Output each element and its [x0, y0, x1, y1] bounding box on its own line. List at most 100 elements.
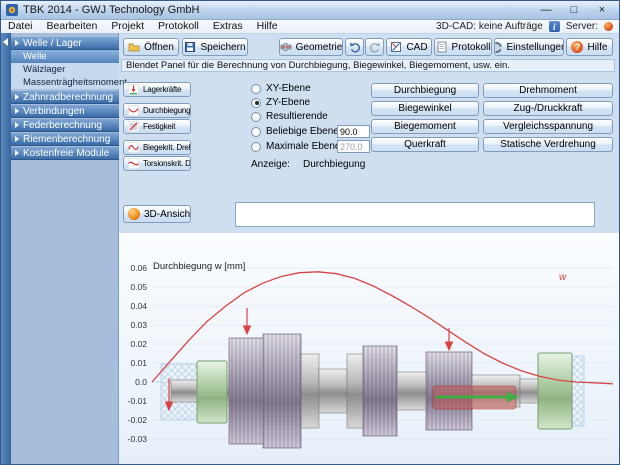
curve-label: w [559, 272, 567, 283]
undo-button[interactable] [345, 38, 364, 56]
beliebige-ebene-input[interactable] [337, 125, 370, 138]
deflection-icon [128, 105, 139, 116]
sidebar-group-verbindungen[interactable]: Verbindungen [11, 105, 119, 118]
view-3d-button[interactable]: 3D-Ansicht [123, 205, 191, 223]
radio-maximale-ebene[interactable]: Maximale Ebene [251, 141, 340, 152]
menu-protokoll[interactable]: Protokoll [151, 20, 206, 33]
cad-button[interactable]: CAD [386, 38, 432, 56]
output-field[interactable] [235, 202, 595, 227]
sidebar-item-waelzlager[interactable]: Wälzlager [11, 63, 119, 76]
sidebar-group-federberechnung[interactable]: Federberechnung [11, 119, 119, 132]
group-label: Zahnradberechnung [23, 92, 113, 103]
maximale-ebene-input [337, 140, 370, 153]
durchbiegung-button[interactable]: Durchbiegung, ... [123, 103, 191, 118]
open-button[interactable]: Öffnen [123, 38, 179, 56]
drehmoment-button[interactable]: Drehmoment [483, 83, 613, 98]
group-arrow-icon [15, 94, 19, 100]
folder-icon [128, 41, 140, 53]
server-label: Server: [566, 21, 598, 32]
einstellungen-button[interactable]: Einstellungen [494, 38, 564, 56]
menu-bearbeiten[interactable]: Bearbeiten [40, 20, 105, 33]
menu-datei[interactable]: Datei [1, 20, 40, 33]
radio-icon [251, 112, 261, 122]
calc-button-label: Biegekrit. Drehzahl [143, 143, 191, 152]
festigkeit-button[interactable]: Festigkeit [123, 119, 191, 134]
radio-xy-ebene[interactable]: XY-Ebene [251, 83, 311, 94]
result-button-label: Drehmoment [519, 85, 577, 96]
bearing-block-right [538, 353, 572, 429]
result-button-label: Vergleichsspannung [503, 121, 593, 132]
save-label: Speichern [200, 42, 245, 53]
lagerkraefte-button[interactable]: Lagerkräfte [123, 82, 191, 97]
cad-status-label: 3D-CAD: keine Aufträge [436, 21, 543, 32]
y-tick-label: 0.0 [135, 377, 147, 387]
cad-label: CAD [406, 42, 427, 53]
menu-hilfe[interactable]: Hilfe [250, 20, 285, 33]
gear-icon [494, 42, 502, 53]
vergleichsspannung-button[interactable]: Vergleichsspannung [483, 119, 613, 134]
geometry-icon [280, 41, 292, 53]
sidebar-group-riemenberechnung[interactable]: Riemenberechnung [11, 133, 119, 146]
sidebar-item-label: Welle [23, 51, 47, 62]
save-icon [184, 41, 196, 53]
view-3d-label: 3D-Ansicht [144, 209, 191, 220]
torsionskrit-drehzahl-button[interactable]: Torsionskrit. Drehzahl [123, 156, 191, 171]
anzeige-label: Anzeige: [251, 159, 290, 170]
sidebar-item-massentraegheitsmoment[interactable]: Massenträgheitsmoment [11, 76, 119, 89]
biegemoment-button[interactable]: Biegemoment [371, 119, 479, 134]
maximize-button[interactable]: □ [562, 3, 586, 18]
sidebar-collapse-strip[interactable] [1, 33, 11, 465]
open-label: Öffnen [144, 42, 174, 53]
menu-extras[interactable]: Extras [206, 20, 250, 33]
group-arrow-icon [15, 40, 19, 46]
querkraft-button[interactable]: Querkraft [371, 137, 479, 152]
y-tick-label: 0.05 [130, 282, 147, 292]
radio-resultierende[interactable]: Resultierende [251, 111, 328, 122]
sidebar-group-kostenfreie-module[interactable]: Kostenfreie Module [11, 147, 119, 160]
calc-button-label: Festigkeit [143, 122, 175, 131]
save-button[interactable]: Speichern [182, 38, 248, 56]
geometry-button[interactable]: Geometrie [279, 38, 343, 56]
group-arrow-icon [15, 150, 19, 156]
radio-icon-selected [251, 98, 261, 108]
group-arrow-icon [15, 108, 19, 114]
hilfe-button[interactable]: ? Hilfe [566, 38, 613, 56]
biegewinkel-button[interactable]: Biegewinkel [371, 101, 479, 116]
group-arrow-icon [15, 136, 19, 142]
zug-druckkraft-button[interactable]: Zug-/Druckkraft [483, 101, 613, 116]
radio-label: ZY-Ebene [266, 97, 310, 108]
y-tick-label: -0.01 [128, 396, 148, 406]
redo-button[interactable] [365, 38, 384, 56]
result-button-label: Statische Verdrehung [500, 139, 596, 150]
app-window: TBK 2014 - GWJ Technology GmbH — □ × Dat… [0, 0, 620, 465]
sidebar-group-zahnradberechnung[interactable]: Zahnradberechnung [11, 91, 119, 104]
bearing-force-icon [128, 84, 139, 95]
y-tick-label: 0.04 [130, 301, 147, 311]
statische-verdrehung-button[interactable]: Statische Verdrehung [483, 137, 613, 152]
hilfe-label: Hilfe [587, 42, 607, 53]
result-button-label: Biegemoment [394, 121, 456, 132]
sidebar-group-welle-lager[interactable]: Welle / Lager [11, 37, 119, 50]
y-tick-label: 0.06 [130, 263, 147, 273]
info-icon[interactable]: i [549, 21, 560, 32]
group-label: Federberechnung [23, 120, 102, 131]
result-button-label: Biegewinkel [398, 103, 451, 114]
radio-zy-ebene[interactable]: ZY-Ebene [251, 97, 310, 108]
einstellungen-label: Einstellungen [506, 42, 564, 53]
y-tick-label: -0.03 [128, 434, 148, 444]
sidebar-item-welle[interactable]: Welle [11, 50, 119, 63]
result-button-label: Durchbiegung [394, 85, 456, 96]
chart-title: Durchbiegung w [mm] [153, 261, 245, 272]
protokoll-label: Protokoll [452, 42, 491, 53]
calc-button-label: Torsionskrit. Drehzahl [143, 159, 191, 168]
biegekrit-drehzahl-button[interactable]: Biegekrit. Drehzahl [123, 140, 191, 155]
durchbiegung-result-button[interactable]: Durchbiegung [371, 83, 479, 98]
close-button[interactable]: × [590, 3, 614, 18]
group-label: Welle / Lager [23, 38, 82, 49]
minimize-button[interactable]: — [534, 3, 558, 18]
group-label: Kostenfreie Module [23, 148, 109, 159]
redo-icon [369, 41, 381, 53]
window-controls: — □ × [534, 3, 614, 18]
protokoll-button[interactable]: Protokoll [434, 38, 492, 56]
menu-projekt[interactable]: Projekt [104, 20, 151, 33]
